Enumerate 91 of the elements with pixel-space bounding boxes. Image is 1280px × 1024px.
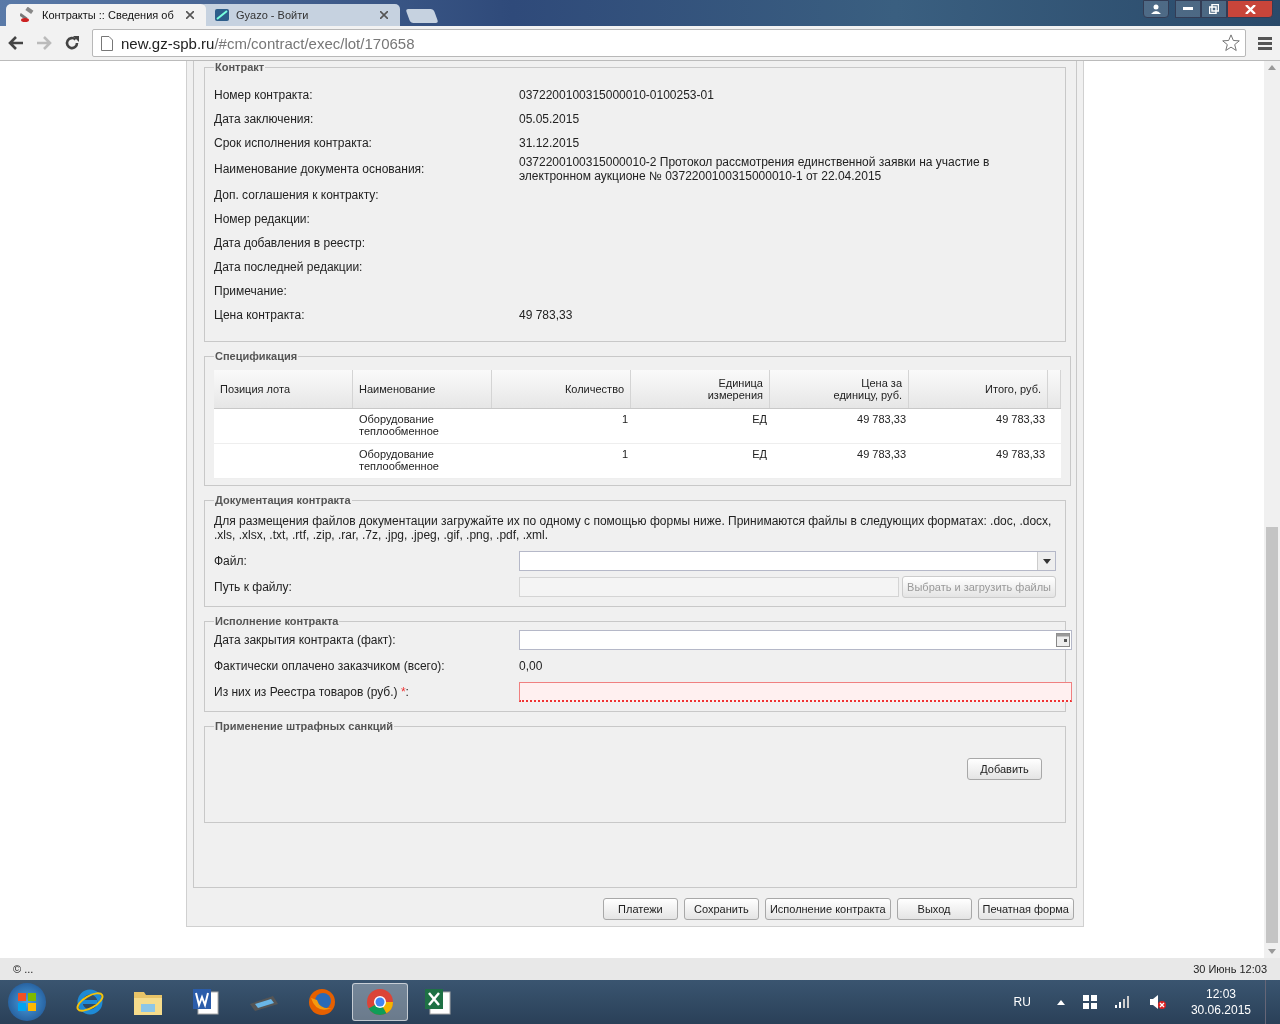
reload-icon[interactable]	[64, 35, 80, 51]
field-label: Номер контракта:	[214, 88, 314, 102]
minimize-button[interactable]	[1175, 0, 1201, 18]
column-header[interactable]: Итого, руб.	[909, 370, 1048, 408]
field-value: 0,00	[519, 659, 544, 673]
field-value: 05.05.2015	[519, 112, 581, 126]
browser-tab[interactable]: Контракты :: Сведения об	[6, 4, 206, 26]
field-value: 31.12.2015	[519, 136, 581, 150]
section-title: Исполнение контракта	[214, 615, 340, 627]
action-button[interactable]: Выход	[896, 898, 972, 920]
add-button[interactable]: Добавить	[967, 758, 1042, 780]
document-w-icon	[192, 988, 220, 1016]
gavel-icon	[20, 7, 36, 23]
amount-field[interactable]	[519, 682, 1072, 702]
back-icon[interactable]	[8, 36, 24, 50]
action-button[interactable]: Исполнение контракта	[764, 898, 891, 920]
field-label: Доп. соглашения к контракту:	[214, 188, 380, 202]
action-button[interactable]: Платежи	[602, 898, 678, 920]
column-header[interactable]: Позиция лота	[214, 370, 353, 408]
action-button[interactable]: Сохранить	[683, 898, 759, 920]
table-cell: 49 783,33	[996, 413, 1045, 425]
signal-icon[interactable]	[1114, 996, 1131, 1008]
field-label: Номер редакции:	[214, 212, 311, 226]
browser-e-icon	[75, 987, 105, 1017]
table-cell: ЕД	[752, 413, 767, 425]
date-field[interactable]	[519, 630, 1072, 650]
field-value: 0372200100315000010-2 Протокол рассмотрения единственной заявки на участие в электронном аукционе № 0372200100315000010-1 от 22.04.2015	[519, 155, 991, 183]
table-cell: Оборудование теплообменное	[359, 448, 439, 472]
user-button[interactable]	[1143, 0, 1169, 18]
close-icon	[1244, 4, 1256, 14]
field-label: Путь к файлу:	[214, 580, 293, 594]
close-button[interactable]	[1227, 0, 1273, 18]
menu-icon[interactable]	[1258, 36, 1272, 50]
field-label: Дата последней редакции:	[214, 260, 364, 274]
field-value: 0372200100315000010-0100253-01	[519, 88, 715, 102]
page-icon	[101, 35, 113, 51]
section-title: Применение штрафных санкций	[214, 720, 395, 732]
language-indicator[interactable]: RU	[1013, 995, 1031, 1009]
file-path-field[interactable]	[519, 577, 900, 597]
table-cell: 1	[621, 448, 628, 460]
field-label: Фактически оплачено заказчиком (всего):	[214, 659, 446, 673]
field-label: Срок исполнения контракта:	[214, 136, 373, 150]
close-icon[interactable]	[186, 11, 194, 19]
restore-icon	[1209, 4, 1219, 14]
restore-button[interactable]	[1201, 0, 1227, 18]
new-tab-button[interactable]	[405, 9, 439, 23]
table-cell: Оборудование теплообменное	[359, 413, 439, 437]
taskbar-clock[interactable]: 12:03 30.06.2015	[1190, 986, 1251, 1018]
show-hidden-icon[interactable]	[1056, 999, 1065, 1005]
muted-speaker-icon[interactable]	[1148, 994, 1167, 1010]
spreadsheet-x-icon	[424, 988, 452, 1016]
column-header[interactable]: Цена за единицу, руб.	[770, 370, 909, 408]
field-label: Дата добавления в реестр:	[214, 236, 367, 250]
section-title: Документация контракта	[214, 494, 352, 506]
section-title: Спецификация	[214, 350, 299, 362]
column-header[interactable]: Наименование	[353, 370, 492, 408]
status-text: © ...	[13, 963, 34, 975]
clock-time: 12:03	[1205, 986, 1236, 1002]
table-cell: 49 783,33	[857, 413, 906, 425]
calendar-icon[interactable]	[1056, 633, 1070, 647]
field-label: Дата закрытия контракта (факт):	[214, 633, 397, 647]
field-label: Примечание:	[214, 284, 288, 298]
table-cell: 1	[621, 413, 628, 425]
clock-date: 30.06.2015	[1190, 1002, 1251, 1018]
field-value: 49 783,33	[519, 308, 574, 322]
browser-circle-icon	[366, 988, 394, 1016]
app-icon	[214, 7, 230, 23]
instructions-text: Для размещения файлов документации загружайте их по одному с помощью формы ниже. Принимаются файлы в следующих форматах: .doc, .docx, .xls, .xlsx, .txt, .rtf, .zip, .rar, .7z, .jpg, .jpeg, .gif, .png, .pdf, .xml.	[214, 514, 1053, 542]
table-cell: 49 783,33	[857, 448, 906, 460]
field-label: Наименование документа основания:	[214, 162, 426, 176]
start-button[interactable]	[8, 983, 46, 1021]
address-field[interactable]: new.gz-spb.ru/#cm/contract/exec/lot/170658	[92, 29, 1246, 57]
person-icon	[1151, 4, 1161, 14]
star-icon[interactable]	[1222, 34, 1240, 52]
table-cell: 49 783,33	[996, 448, 1045, 460]
field-label: Из них из Реестра товаров (руб.) *:	[214, 685, 410, 699]
fox-globe-icon	[308, 988, 336, 1016]
minimize-icon	[1183, 7, 1193, 11]
section-title: Контракт	[214, 61, 266, 73]
column-header[interactable]: Количество	[492, 370, 631, 408]
windows-logo-icon	[17, 992, 37, 1012]
close-icon[interactable]	[380, 11, 388, 19]
dropdown-arrow-icon	[1042, 558, 1051, 564]
column-header[interactable]: Единица измерения	[631, 370, 770, 408]
status-datetime: 30 Июнь 12:03	[1193, 963, 1267, 975]
field-label: Файл:	[214, 554, 248, 568]
field-label: Дата заключения:	[214, 112, 315, 126]
field-label: Цена контракта:	[214, 308, 306, 322]
table-cell: ЕД	[752, 448, 767, 460]
action-button[interactable]: Печатная форма	[977, 898, 1074, 920]
windows-flag-icon[interactable]	[1082, 995, 1097, 1009]
